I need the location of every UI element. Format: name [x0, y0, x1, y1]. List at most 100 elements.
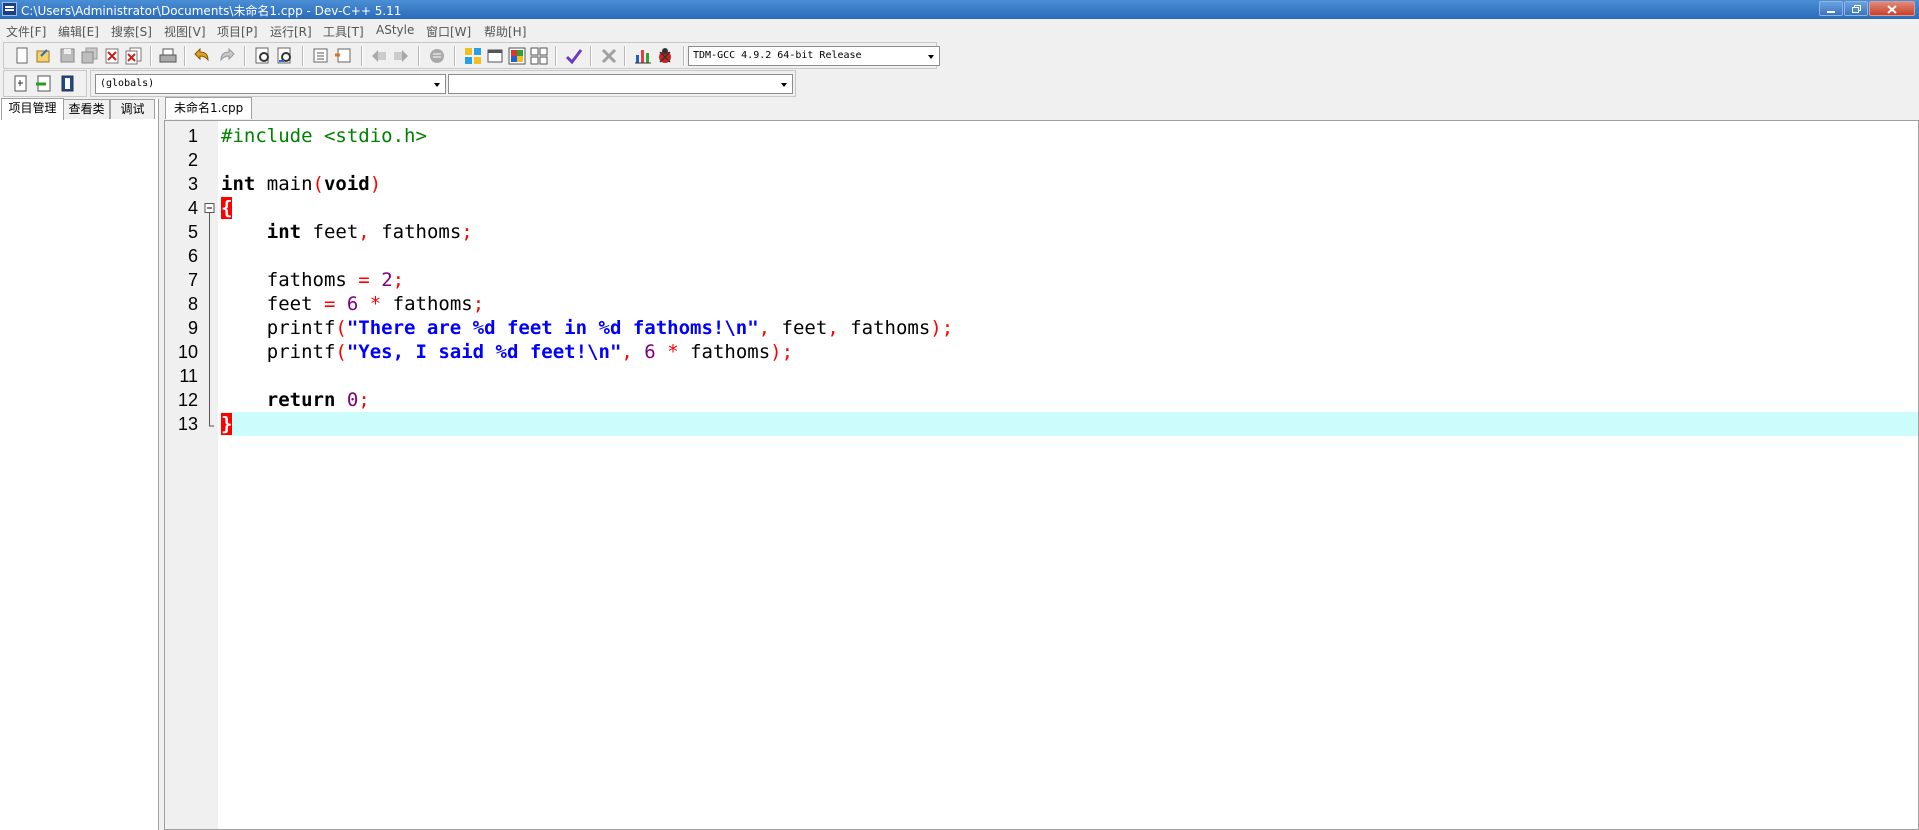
fold-end-icon — [209, 412, 214, 427]
tab-file[interactable]: 未命名1.cpp — [165, 97, 253, 119]
devcpp-app-icon[interactable] — [2, 2, 17, 16]
toolbar-separator — [683, 46, 684, 66]
menu-run[interactable]: 运行[R] — [270, 23, 312, 40]
fold-line-icon — [209, 244, 210, 268]
class-browser-toolbar: (globals) — [90, 70, 796, 97]
chevron-down-icon[interactable] — [925, 47, 937, 65]
menu-file[interactable]: 文件[F] — [6, 23, 46, 40]
code-editor[interactable]: 1 #include <stdio.h> 2 3 int main(void) 4{5 … — [164, 120, 1919, 830]
code-line[interactable]: 1 #include <stdio.h> — [188, 124, 1918, 148]
menu-window[interactable]: 窗口[W] — [426, 23, 471, 40]
code-line[interactable]: 6 — [188, 244, 1918, 268]
save-icon[interactable] — [59, 47, 77, 65]
redo-icon[interactable] — [217, 47, 235, 65]
code-token: ) — [369, 173, 382, 195]
restore-icon — [1851, 5, 1861, 13]
code-token: int — [221, 173, 256, 195]
new-project-icon[interactable] — [12, 75, 30, 93]
code-token: fathoms — [678, 341, 771, 363]
menu-view[interactable]: 视图[V] — [164, 23, 206, 40]
chevron-down-icon[interactable] — [431, 75, 443, 93]
fold-collapse-icon[interactable] — [201, 196, 217, 220]
scope-select[interactable]: (globals) — [95, 74, 446, 94]
line-number: 10 — [177, 342, 198, 362]
save-all-icon[interactable] — [81, 47, 99, 65]
window-title: C:\Users\Administrator\Documents\未命名1.cp… — [21, 4, 402, 18]
code-token: 6 — [644, 341, 656, 363]
member-select[interactable] — [448, 74, 793, 94]
line-number: 5 — [187, 222, 198, 242]
code-line[interactable]: 7 fathoms = 2; — [188, 268, 1918, 292]
print-icon[interactable] — [159, 47, 177, 65]
code-token: , — [621, 341, 633, 363]
syntax-check-icon[interactable] — [565, 47, 583, 65]
project-options-icon[interactable] — [59, 75, 77, 93]
code-token: fathoms — [838, 317, 931, 339]
code-line[interactable]: 3 int main(void) — [188, 172, 1918, 196]
code-line[interactable]: 12 return 0; — [178, 388, 1918, 412]
menu-astyle[interactable]: AStyle — [376, 23, 414, 37]
indent-icon[interactable] — [312, 47, 330, 65]
unindent-icon[interactable] — [334, 47, 352, 65]
line-number: 6 — [187, 246, 198, 266]
next-bookmark-icon[interactable] — [392, 47, 410, 65]
stop-icon[interactable] — [600, 47, 618, 65]
close-all-icon[interactable] — [125, 47, 143, 65]
add-to-project-icon[interactable] — [35, 75, 53, 93]
project-panel — [0, 99, 159, 830]
code-line[interactable]: 4{ — [188, 196, 1918, 220]
run-icon[interactable] — [486, 47, 504, 65]
menu-edit[interactable]: 编辑[E] — [58, 23, 99, 40]
code-token: ; — [392, 269, 405, 291]
tab-debug[interactable]: 调试 — [110, 99, 155, 119]
open-file-icon[interactable] — [35, 47, 53, 65]
close-file-icon[interactable] — [103, 47, 121, 65]
menu-bar: 文件[F] 编辑[E] 搜索[S] 视图[V] 项目[P] 运行[R] 工具[T… — [0, 19, 1919, 40]
code-line[interactable]: 9 printf("There are %d feet in %d fathom… — [188, 316, 1918, 340]
debug-icon[interactable] — [656, 47, 674, 65]
code-line[interactable]: 8 feet = 6 * fathoms; — [188, 292, 1918, 316]
compile-run-icon[interactable] — [508, 47, 526, 65]
code-token: ( — [312, 173, 324, 195]
menu-project[interactable]: 项目[P] — [217, 23, 258, 40]
chevron-down-icon[interactable] — [778, 75, 790, 93]
code-area[interactable]: 1 #include <stdio.h> 2 3 int main(void) 4{5 … — [178, 124, 1918, 436]
tab-project-manager[interactable]: 项目管理 — [1, 98, 64, 120]
close-button[interactable] — [1869, 1, 1915, 16]
code-line[interactable]: 5 int feet, fathoms; — [188, 220, 1918, 244]
undo-icon[interactable] — [194, 47, 212, 65]
code-line[interactable]: 2 — [188, 148, 1918, 172]
fold-line-icon — [209, 388, 210, 412]
rebuild-icon[interactable] — [530, 47, 548, 65]
fold-line-icon — [209, 220, 210, 244]
menu-help[interactable]: 帮助[H] — [484, 23, 526, 40]
menu-search[interactable]: 搜索[S] — [111, 23, 152, 40]
code-line[interactable]: 10 printf("Yes, I said %d feet!\n", 6 * … — [178, 340, 1918, 364]
toggle-comment-icon[interactable] — [428, 47, 446, 65]
prev-bookmark-icon[interactable] — [370, 47, 388, 65]
menu-tools[interactable]: 工具[T] — [323, 23, 364, 40]
profile-icon[interactable] — [634, 47, 652, 65]
minimize-button[interactable] — [1819, 1, 1843, 16]
code-line[interactable]: 13} — [178, 412, 1918, 436]
line-number: 11 — [179, 366, 198, 386]
code-line[interactable]: 11 — [179, 364, 1918, 388]
tab-class-view[interactable]: 查看类 — [63, 99, 110, 119]
replace-icon[interactable] — [276, 47, 294, 65]
compiler-select[interactable]: TDM-GCC 4.9.2 64-bit Release — [688, 46, 940, 66]
restore-button[interactable] — [1844, 1, 1868, 16]
code-token: fathoms — [221, 269, 359, 291]
compile-icon[interactable] — [464, 47, 482, 65]
compiler-select-value: TDM-GCC 4.9.2 64-bit Release — [693, 50, 862, 61]
code-token: #include <stdio.h> — [221, 125, 427, 147]
find-icon[interactable] — [254, 47, 272, 65]
toolbar-separator — [150, 46, 151, 66]
line-number: 9 — [187, 318, 198, 338]
new-file-icon[interactable] — [13, 47, 31, 65]
code-token: printf — [221, 341, 336, 363]
code-token: * — [369, 293, 382, 315]
